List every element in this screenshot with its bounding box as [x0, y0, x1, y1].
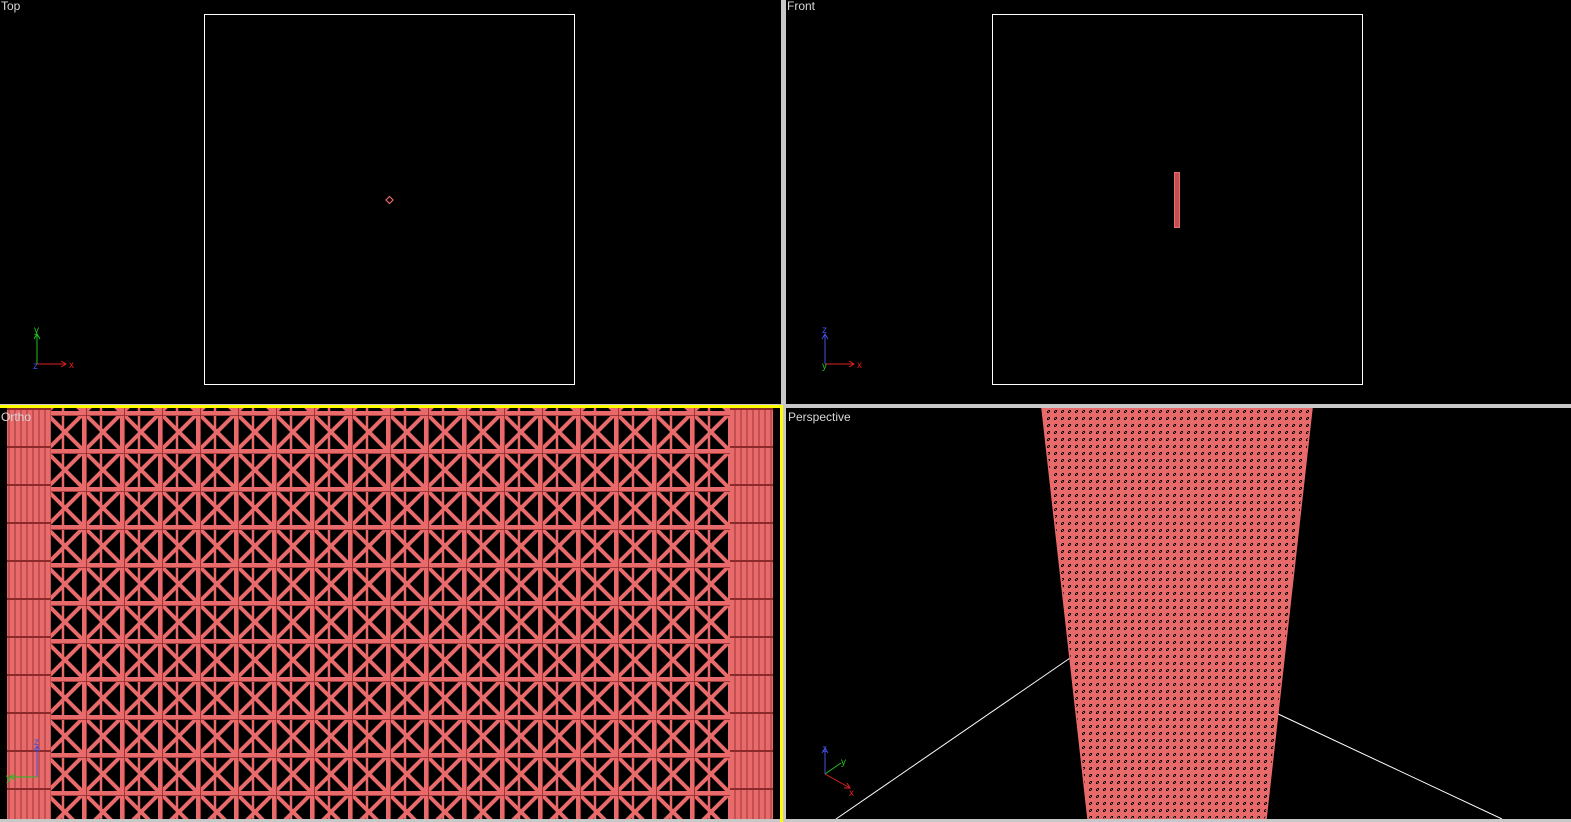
- viewport-label[interactable]: Ortho: [0, 411, 32, 423]
- viewport-ortho[interactable]: y z Ortho: [0, 408, 781, 819]
- axis-z-label: z: [822, 744, 827, 755]
- axis-x-label: x: [857, 360, 862, 371]
- axis-gizmo-icon: x y z: [33, 325, 74, 372]
- front-scene: x z y: [821, 172, 1180, 372]
- axis-z-label: z: [822, 325, 827, 336]
- axis-x-label: x: [69, 360, 74, 371]
- axis-y-label: y: [34, 325, 39, 336]
- axis-gizmo-icon: x z y: [821, 325, 862, 372]
- mesh-edge-left: [7, 408, 51, 819]
- perspective-scene: x y z: [821, 408, 1503, 819]
- axis-y-label: y: [822, 361, 827, 372]
- mesh-edge-right: [730, 408, 773, 819]
- axis-z-label: z: [34, 737, 39, 748]
- grid-line: [835, 655, 1074, 819]
- viewport-label[interactable]: Front: [786, 0, 816, 12]
- ortho-scene: y z: [6, 408, 773, 819]
- axis-x-label: x: [849, 788, 854, 799]
- viewport-label[interactable]: Perspective: [787, 411, 852, 423]
- viewport-top[interactable]: x y z Top: [0, 0, 781, 404]
- axis-z-label: z: [33, 361, 38, 372]
- axis-gizmo-icon: x y z: [821, 744, 854, 799]
- mesh-object: [385, 195, 394, 205]
- viewport-front[interactable]: x z y Front: [786, 0, 1571, 404]
- mesh-object: [1042, 408, 1312, 819]
- grid-line: [1275, 712, 1503, 819]
- top-scene: x y z: [33, 195, 394, 372]
- axis-y-label: y: [841, 757, 846, 768]
- axis-y-label: y: [6, 773, 11, 784]
- mesh-object: [1174, 172, 1180, 228]
- mesh-object: [7, 408, 773, 819]
- viewport-label[interactable]: Top: [0, 0, 21, 12]
- viewport-perspective[interactable]: x y z Perspective: [786, 408, 1571, 819]
